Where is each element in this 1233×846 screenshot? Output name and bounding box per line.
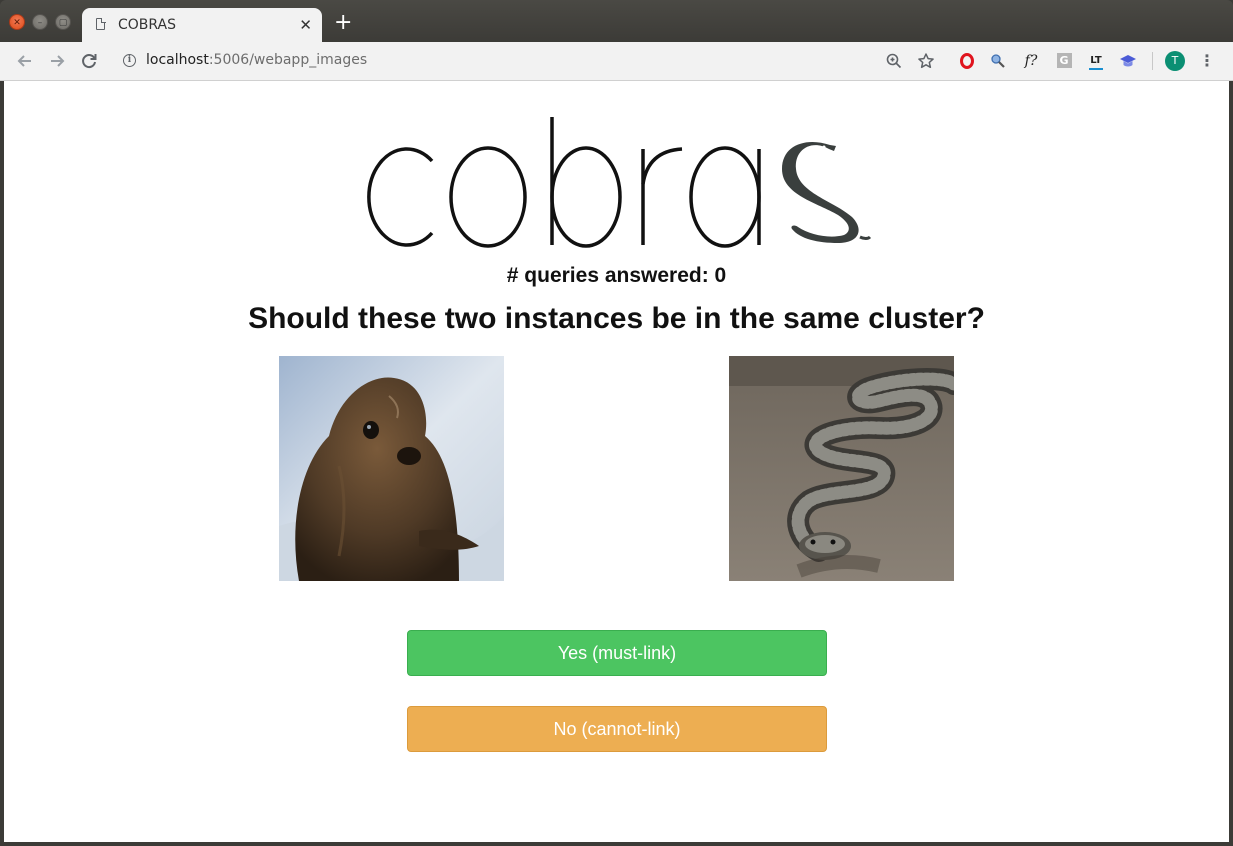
search-extension-icon[interactable] (989, 52, 1007, 70)
yes-must-link-button[interactable]: Yes (must-link) (407, 630, 827, 676)
reload-icon[interactable] (78, 50, 100, 72)
snake-image (729, 356, 954, 581)
f-question-icon[interactable]: f? (1022, 52, 1040, 70)
browser-toolbar: i localhost:5006/webapp_images f? G LT T… (0, 42, 1233, 81)
document-icon (96, 17, 106, 30)
browser-window: ✕ – ▢ COBRAS ✕ + i localhost:5006/webapp… (0, 0, 1233, 846)
window-minimize-button[interactable]: – (32, 14, 48, 30)
tab-close-icon[interactable]: ✕ (299, 16, 312, 34)
page-content: # queries answered: 0 Should these two i… (4, 81, 1229, 842)
new-tab-button[interactable]: + (334, 12, 352, 34)
address-bar[interactable]: localhost:5006/webapp_images (146, 52, 367, 68)
kebab-menu-icon[interactable]: ⋮ (1199, 51, 1215, 71)
toolbar-separator (1152, 52, 1153, 70)
queries-answered-counter: # queries answered: 0 (506, 264, 727, 287)
question-heading: Should these two instances be in the sam… (248, 302, 985, 335)
opera-icon[interactable] (958, 52, 976, 70)
zoom-icon[interactable] (885, 52, 903, 70)
profile-avatar[interactable]: T (1165, 51, 1185, 71)
graduation-cap-icon[interactable] (1119, 52, 1137, 70)
info-icon[interactable]: i (123, 54, 136, 67)
tab-title: COBRAS (118, 17, 177, 33)
forward-arrow-icon[interactable] (46, 50, 68, 72)
no-cannot-link-button[interactable]: No (cannot-link) (407, 706, 827, 752)
tab-bar: ✕ – ▢ COBRAS ✕ + (0, 0, 1233, 42)
g-extension-icon[interactable]: G (1055, 52, 1073, 70)
window-close-button[interactable]: ✕ (9, 14, 25, 30)
bookmark-star-icon[interactable] (917, 52, 935, 70)
languagetool-icon[interactable]: LT (1087, 52, 1105, 70)
tab-cobras[interactable]: COBRAS ✕ (82, 8, 322, 42)
window-maximize-button[interactable]: ▢ (55, 14, 71, 30)
url-host: localhost (146, 52, 209, 68)
sea-lion-image (279, 356, 504, 581)
back-arrow-icon[interactable] (14, 50, 36, 72)
url-path: :5006/webapp_images (208, 52, 368, 68)
cobras-logo (367, 117, 872, 248)
